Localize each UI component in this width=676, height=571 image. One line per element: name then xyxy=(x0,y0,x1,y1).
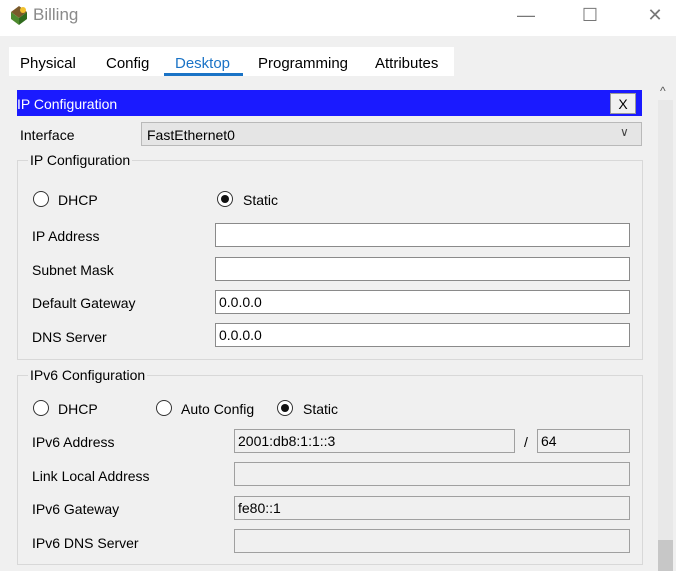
ipv4-static-label[interactable]: Static xyxy=(243,192,278,208)
ipv6-address-input[interactable]: 2001:db8:1:1::3 xyxy=(234,429,515,453)
close-window-button[interactable]: ✕ xyxy=(632,0,676,30)
minimize-button[interactable]: — xyxy=(503,0,549,30)
ipv6-dns-server-label: IPv6 DNS Server xyxy=(32,535,139,551)
packet-tracer-app-icon xyxy=(11,6,27,25)
ip-address-label: IP Address xyxy=(32,228,100,244)
ipv6-dns-server-input[interactable] xyxy=(234,529,630,553)
link-local-address-label: Link Local Address xyxy=(32,468,150,484)
link-local-address-input[interactable] xyxy=(234,462,630,486)
window-title: Billing xyxy=(33,5,79,24)
maximize-button[interactable]: ☐ xyxy=(567,0,613,30)
subnet-mask-input[interactable] xyxy=(215,257,630,281)
ipv6-prefix-length-input[interactable]: 64 xyxy=(537,429,630,453)
active-tab-indicator xyxy=(164,73,243,76)
interface-label: Interface xyxy=(20,127,75,143)
ipv4-dhcp-label[interactable]: DHCP xyxy=(58,192,98,208)
tab-desktop[interactable]: Desktop xyxy=(175,55,230,72)
close-ip-config-button[interactable]: X xyxy=(610,93,636,114)
ip-config-header-title: IP Configuration xyxy=(17,96,118,112)
tab-physical[interactable]: Physical xyxy=(20,55,76,72)
tab-attributes[interactable]: Attributes xyxy=(375,55,438,72)
ipv4-static-radio[interactable] xyxy=(217,191,233,207)
chevron-down-icon[interactable]: ∨ xyxy=(620,125,629,139)
scroll-up-arrow-icon[interactable]: ^ xyxy=(660,84,666,98)
ipv6-static-radio[interactable] xyxy=(277,400,293,416)
tab-programming[interactable]: Programming xyxy=(258,55,348,72)
scrollbar-track[interactable] xyxy=(658,100,673,548)
default-gateway-input[interactable]: 0.0.0.0 xyxy=(215,290,630,314)
ipv6-gateway-input[interactable]: fe80::1 xyxy=(234,496,630,520)
interface-selected-value: FastEthernet0 xyxy=(147,127,235,143)
ipv6-group-title: IPv6 Configuration xyxy=(28,367,148,383)
ip-address-input[interactable] xyxy=(215,223,630,247)
ipv6-static-label[interactable]: Static xyxy=(303,401,338,417)
ipv6-auto-config-label[interactable]: Auto Config xyxy=(181,401,254,417)
prefix-separator: / xyxy=(524,434,528,450)
scrollbar-thumb[interactable] xyxy=(658,540,673,571)
tab-config[interactable]: Config xyxy=(106,55,149,72)
ipv6-dhcp-label[interactable]: DHCP xyxy=(58,401,98,417)
dns-server-input[interactable]: 0.0.0.0 xyxy=(215,323,630,347)
ipv6-gateway-label: IPv6 Gateway xyxy=(32,501,120,517)
dns-server-label: DNS Server xyxy=(32,329,107,345)
ipv6-auto-config-radio[interactable] xyxy=(156,400,172,416)
default-gateway-label: Default Gateway xyxy=(32,295,136,311)
subnet-mask-label: Subnet Mask xyxy=(32,262,114,278)
ipv4-group-title: IP Configuration xyxy=(28,152,133,168)
ipv6-address-label: IPv6 Address xyxy=(32,434,115,450)
ipv6-dhcp-radio[interactable] xyxy=(33,400,49,416)
ipv4-dhcp-radio[interactable] xyxy=(33,191,49,207)
